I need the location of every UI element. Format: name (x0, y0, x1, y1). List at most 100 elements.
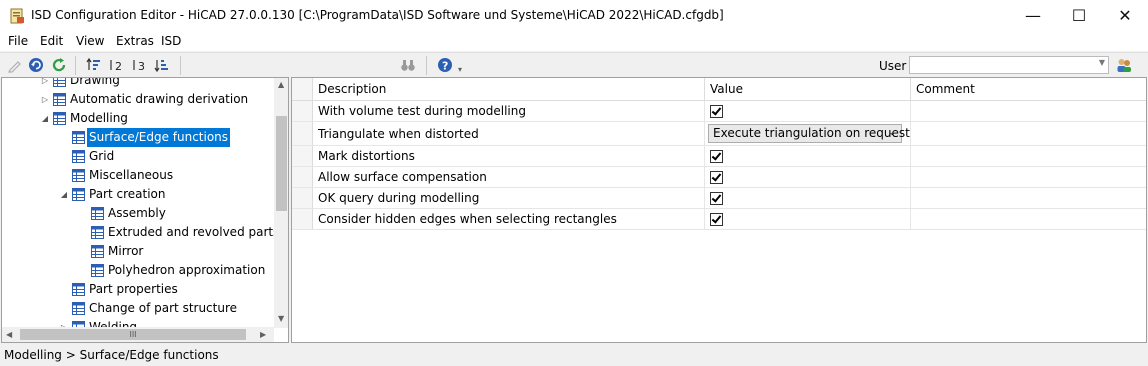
value-checkbox[interactable] (710, 104, 723, 118)
description-cell: Allow surface compensation (313, 167, 705, 187)
tree-item-label: Mirror (108, 244, 144, 258)
toolbar: 2 3 ? ▾ User ▼ (0, 52, 1148, 78)
value-cell (705, 209, 911, 229)
binoculars-icon[interactable] (400, 57, 416, 73)
value-cell (705, 101, 911, 121)
grid-row[interactable]: Triangulate when distorted Execute triang… (292, 122, 1146, 146)
row-header[interactable] (292, 209, 313, 229)
help-icon[interactable]: ? (437, 57, 453, 73)
toolbar-overflow-icon[interactable]: ▾ (458, 65, 462, 74)
tree-item[interactable]: ◢ Part creation (2, 185, 274, 204)
value-checkbox[interactable] (710, 170, 723, 184)
grid-row[interactable]: Allow surface compensation (292, 167, 1146, 188)
tree-item-label: Grid (89, 149, 115, 163)
title-bar: ISD Configuration Editor - HiCAD 27.0.0.… (0, 0, 1148, 31)
refresh-icon[interactable] (51, 57, 67, 73)
tree-item[interactable]: ◢ Modelling (2, 109, 274, 128)
tree-item-label: Extruded and revolved parts (108, 225, 280, 239)
row-header[interactable] (292, 188, 313, 208)
grid-row[interactable]: Consider hidden edges when selecting rec… (292, 209, 1146, 230)
svg-text:2: 2 (115, 60, 122, 73)
menu-bar: File Edit View Extras ISD (0, 31, 1148, 51)
description-cell: Consider hidden edges when selecting rec… (313, 209, 705, 229)
description-cell: With volume test during modelling (313, 101, 705, 121)
tree-item[interactable]: Miscellaneous (2, 166, 274, 185)
description-cell: Triangulate when distorted (313, 122, 705, 145)
expand-arrow-icon[interactable]: ▷ (40, 78, 50, 90)
comment-cell[interactable] (911, 167, 1146, 187)
value-cell: Execute triangulation on request ⌄ (705, 122, 911, 145)
tree-item[interactable]: ▷ Automatic drawing derivation (2, 90, 274, 109)
tree-item[interactable]: ▷ Drawing (2, 78, 274, 90)
description-cell: OK query during modelling (313, 188, 705, 208)
value-checkbox[interactable] (710, 212, 723, 226)
tree-item[interactable]: Surface/Edge functions (2, 128, 274, 147)
tree-item[interactable]: Polyhedron approximation (2, 261, 274, 280)
menu-view[interactable]: View (76, 34, 104, 48)
settings-table-icon (72, 150, 85, 163)
pencil-icon[interactable] (7, 57, 23, 73)
value-dropdown[interactable]: Execute triangulation on request ⌄ (708, 124, 910, 143)
tree-item-label: Part creation (89, 187, 166, 201)
column-header-value[interactable]: Value (705, 78, 911, 100)
grid-row[interactable]: With volume test during modelling (292, 101, 1146, 122)
scroll-thumb[interactable] (276, 116, 287, 211)
comment-cell[interactable] (911, 101, 1146, 121)
settings-table-icon (72, 283, 85, 296)
comment-cell[interactable] (911, 209, 1146, 229)
menu-edit[interactable]: Edit (40, 34, 63, 48)
minimize-button[interactable]: — (1010, 0, 1056, 31)
menu-file[interactable]: File (8, 34, 28, 48)
tree-item[interactable]: Mirror (2, 242, 274, 261)
value-checkbox[interactable] (710, 191, 723, 205)
tree-item[interactable]: Grid (2, 147, 274, 166)
tree-vertical-scrollbar[interactable]: ▲ ▼ (274, 78, 288, 328)
status-breadcrumb: Modelling > Surface/Edge functions (4, 348, 219, 362)
chevron-down-icon: ⌄ (888, 128, 896, 138)
column-header-comment[interactable]: Comment (911, 78, 1146, 100)
tree-item-label: Assembly (108, 206, 166, 220)
menu-extras[interactable]: Extras (116, 34, 154, 48)
row-header[interactable] (292, 146, 313, 166)
comment-cell[interactable] (911, 188, 1146, 208)
tree-item[interactable]: Extruded and revolved parts (2, 223, 279, 242)
grid-row[interactable]: OK query during modelling (292, 188, 1146, 209)
settings-table-icon (53, 93, 66, 106)
sort-desc-icon[interactable] (154, 57, 170, 73)
undo-icon[interactable] (28, 57, 44, 73)
collapse-arrow-icon[interactable]: ◢ (40, 109, 50, 128)
scroll-right-icon[interactable]: ▶ (260, 330, 266, 339)
expand-arrow-icon[interactable]: ▷ (40, 90, 50, 109)
scroll-down-icon[interactable]: ▼ (278, 314, 284, 323)
scroll-left-icon[interactable]: ◀ (6, 330, 12, 339)
tree-item-label: Automatic drawing derivation (70, 92, 249, 106)
tree-horizontal-scrollbar[interactable]: ◀ III ▶ (2, 327, 274, 342)
close-button[interactable]: ✕ (1102, 0, 1148, 31)
dropdown-value: Execute triangulation on request (713, 126, 910, 140)
row-header[interactable] (292, 167, 313, 187)
tree-item-label: Polyhedron approximation (108, 263, 266, 277)
sort-numbered-icon[interactable]: 2 (109, 57, 125, 73)
row-header[interactable] (292, 101, 313, 121)
column-header-description[interactable]: Description (313, 78, 705, 100)
collapse-arrow-icon[interactable]: ◢ (59, 185, 69, 204)
category-tree: ▷ Drawing ▷ Automatic drawing derivation ◢ Mo… (1, 77, 289, 343)
tree-item[interactable]: Assembly (2, 204, 274, 223)
comment-cell[interactable] (911, 146, 1146, 166)
scroll-up-icon[interactable]: ▲ (278, 80, 284, 89)
row-header[interactable] (292, 122, 313, 145)
comment-cell[interactable] (911, 122, 1146, 145)
maximize-button[interactable]: ☐ (1056, 0, 1102, 31)
user-label: User (879, 59, 907, 73)
app-icon (10, 8, 24, 24)
sort-3-icon[interactable]: 3 (132, 57, 148, 73)
tree-item[interactable]: Change of part structure (2, 299, 274, 318)
menu-isd[interactable]: ISD (161, 34, 181, 48)
grid-row[interactable]: Mark distortions (292, 146, 1146, 167)
value-checkbox[interactable] (710, 149, 723, 163)
user-select[interactable]: ▼ (909, 56, 1109, 74)
scroll-thumb[interactable]: III (20, 329, 246, 340)
tree-item[interactable]: Part properties (2, 280, 274, 299)
sort-asc-icon[interactable] (86, 57, 102, 73)
users-icon[interactable] (1116, 57, 1132, 73)
